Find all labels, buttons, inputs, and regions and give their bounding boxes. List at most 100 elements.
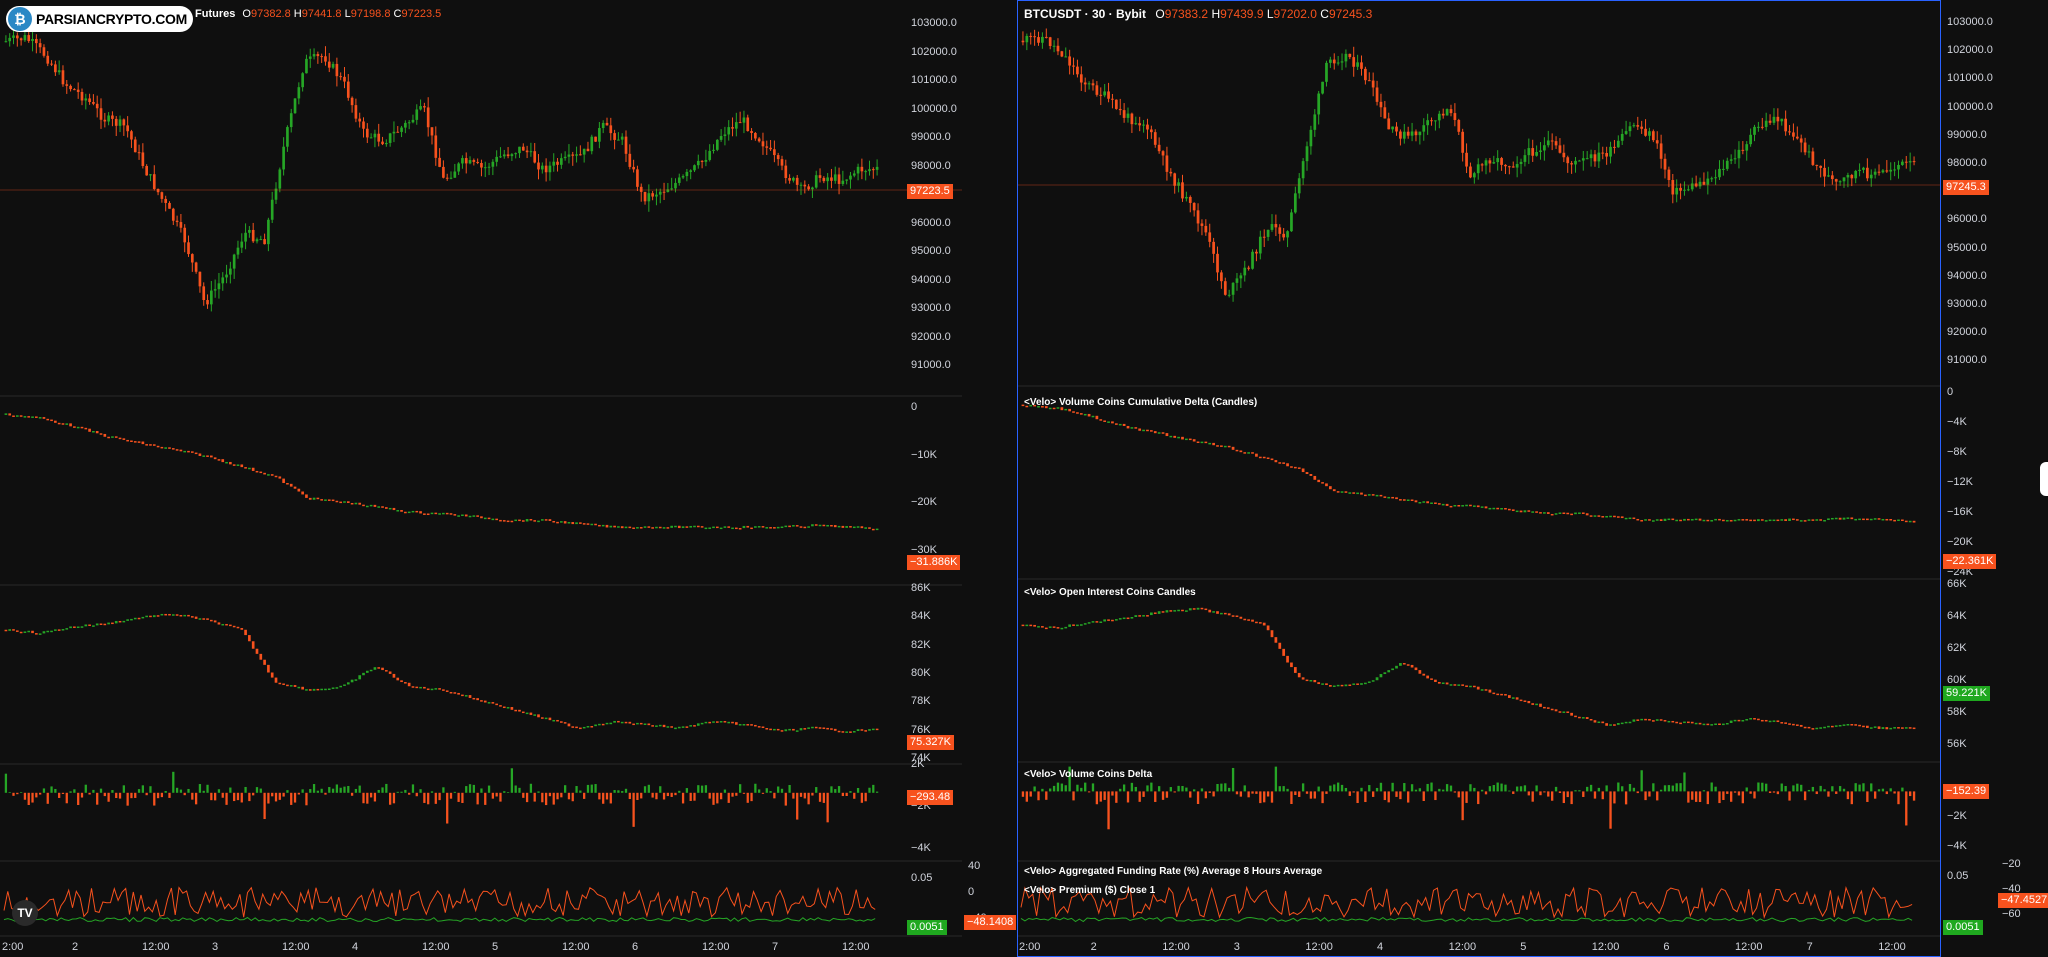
indicator-candle [457,515,460,517]
indicator-candle [495,518,498,521]
price-candle [297,87,301,99]
indicator-candle [350,679,354,683]
left-chart-canvas[interactable]: 2:00 2 12:00 3 12:00 4 12:00 5 12:00 6 12:00 7 12:00 [0,0,962,957]
right-oi-title[interactable]: <Velo> Open Interest Coins Candles [1024,587,1196,598]
price-candle [735,122,738,129]
price-candle [35,38,38,44]
right-cvd-title[interactable]: <Velo> Volume Coins Cumulative Delta (Ca… [1024,397,1257,408]
right-premium-title[interactable]: <Velo> Premium ($) Close 1 [1024,885,1155,896]
price-candle [434,135,438,158]
indicator-candle [179,615,183,617]
price-candle [860,166,864,172]
right-price-axis[interactable]: 103000.0 102000.0 101000.0 100000.0 99000.0 9… [1941,0,1997,935]
indicator-candle [655,526,658,529]
price-candle [518,146,521,154]
tradingview-logo-icon[interactable]: TV [12,900,38,926]
price-candle [757,138,761,142]
left-price-axis[interactable]: 103000.0 102000.0 101000.0 100000.0 99000.0 9… [905,0,962,935]
right-legend[interactable]: BTCUSDT · 30 · Bybit O97383.2 H97439.9 L… [1024,7,1372,21]
indicator-candle [856,526,860,528]
indicator-candle [727,526,731,528]
indicator-candle [251,467,255,471]
indicator-candle [4,413,8,415]
indicator-candle [746,724,750,726]
price-candle [727,127,731,135]
indicator-candle [754,526,757,528]
indicator-candle [461,694,464,697]
price-candle [12,35,15,38]
time-label: 6 [632,941,638,953]
indicator-candle [579,727,582,730]
right-funding-title[interactable]: <Velo> Aggregated Funding Rate (%) Avera… [1024,866,1322,877]
price-candle [609,125,613,134]
active-chart-border [1017,0,1941,957]
price-candle [4,41,8,43]
price-candle [540,165,544,170]
indicator-candle [236,464,240,466]
indicator-candle [107,436,110,439]
price-candle [715,139,719,150]
indicator-candle [860,526,864,529]
price-candle [111,115,114,119]
right-symbol[interactable]: BTCUSDT · 30 · Bybit [1024,7,1146,21]
indicator-candle [556,719,559,722]
indicator-candle [293,685,297,687]
price-candle [305,58,308,74]
delta-axis-label: −4K [911,842,931,854]
indicator-candle [487,517,491,520]
indicator-candle [540,519,544,521]
indicator-candle [514,519,518,522]
indicator-candle [316,688,320,691]
left-chart[interactable]: 2:00 2 12:00 3 12:00 4 12:00 5 12:00 6 12:00 7 12:00 [0,0,962,957]
indicator-candle [639,527,643,529]
indicator-candle [476,515,479,517]
indicator-candle [529,712,533,715]
indicator-candle [605,722,609,725]
indicator-candle [518,709,521,712]
oi-tag: 75.327K [907,735,954,750]
right-delta-title[interactable]: <Velo> Volume Coins Delta [1024,769,1152,780]
oi-axis-label: 84K [911,610,931,623]
price-candle [567,154,571,157]
indicator-candle [875,528,879,531]
indicator-candle [765,728,769,730]
price-candle [792,177,795,181]
panel-collapse-handle[interactable] [2040,462,2048,496]
price-tag: 97223.5 [907,184,953,199]
indicator-candle [88,428,91,432]
right-premium-axis[interactable]: −20 −40 −60 −47.4527 [1996,0,2048,920]
delta-axis-label: 2K [911,758,925,770]
indicator-candle [837,730,841,733]
indicator-candle [160,446,164,449]
indicator-candle [651,725,654,727]
left-premium-axis[interactable]: 400−40−48.1408 [962,0,1017,930]
price-candle [229,268,232,275]
price-candle [365,128,369,138]
indicator-candle [784,525,788,528]
price-axis-label: 98000.0 [1947,157,1987,169]
premium-tag: −48.1408 [964,915,1017,930]
price-axis-label: 102000.0 [911,45,957,58]
indicator-candle [586,523,590,525]
indicator-candle [841,525,845,528]
price-axis-label: 101000.0 [1947,72,1993,85]
price-candle [754,133,757,139]
indicator-candle [849,526,852,528]
bitcoin-logo-icon: ₿ [8,7,32,31]
indicator-candle [735,722,738,725]
indicator-candle [776,728,780,731]
time-label: 12:00 [282,941,310,953]
premium-axis-label: 0 [968,886,975,898]
price-candle [579,154,582,156]
indicator-candle [560,721,563,723]
indicator-candle [662,527,666,529]
price-candle [84,98,88,101]
indicator-candle [400,680,403,683]
indicator-candle [533,520,537,522]
price-candle [210,290,213,305]
price-candle [335,63,339,77]
indicator-candle [308,689,312,691]
left-legend[interactable]: Futures O97382.8 H97441.8 L97198.8 C9722… [195,8,441,20]
price-candle [521,146,525,151]
indicator-candle [795,730,799,732]
